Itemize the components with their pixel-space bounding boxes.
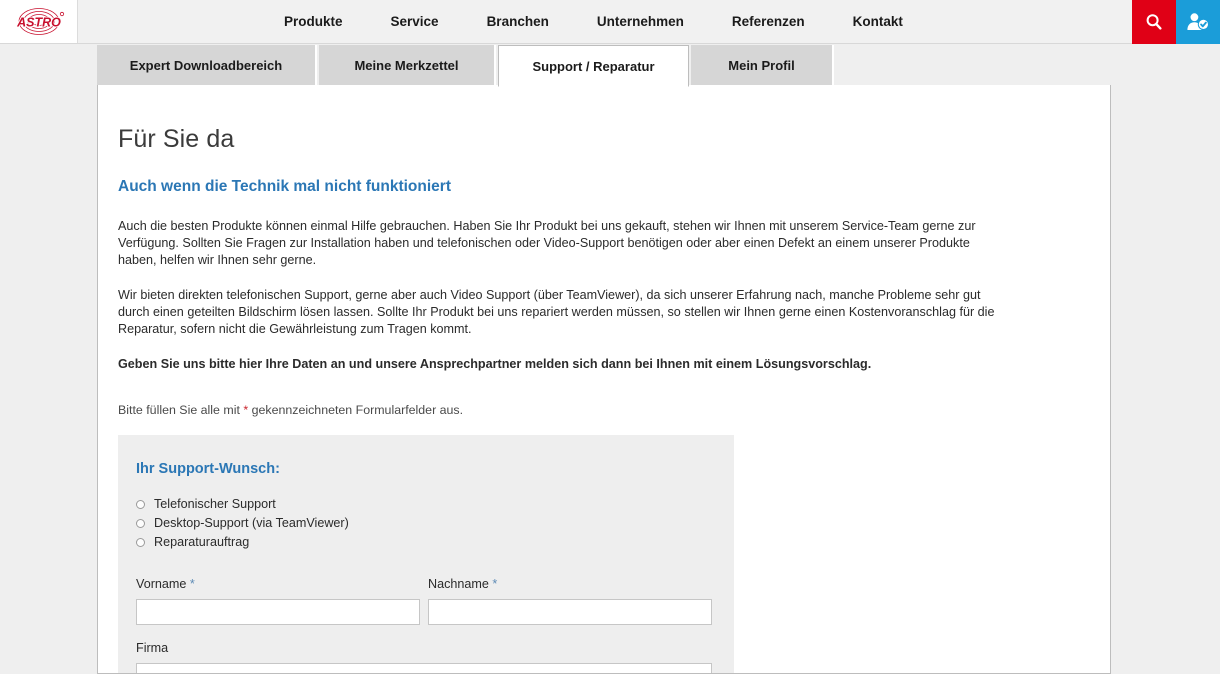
tab-mein-profil[interactable]: Mein Profil [691, 45, 834, 86]
form-heading: Ihr Support-Wunsch: [136, 461, 280, 477]
required-fields-note: Bitte füllen Sie alle mit * gekennzeichn… [118, 403, 1090, 417]
field-label-vorname: Vorname * [136, 577, 420, 591]
label-text: Nachname [428, 577, 489, 591]
field-firma: Firma [136, 641, 712, 673]
name-fields-row: Vorname * Nachname * [136, 577, 716, 625]
field-label-firma: Firma [136, 641, 169, 655]
tab-support-reparatur[interactable]: Support / Reparatur [498, 45, 689, 87]
nachname-input[interactable] [428, 599, 712, 625]
nav-item-service[interactable]: Service [367, 0, 463, 43]
nav-item-kontakt[interactable]: Kontakt [829, 0, 927, 43]
field-vorname: Vorname * [136, 577, 420, 625]
label-text: Vorname [136, 577, 187, 591]
account-button[interactable] [1176, 0, 1220, 44]
radio-circle-icon[interactable] [136, 499, 145, 509]
radio-option-reparaturauftrag[interactable]: Reparaturauftrag [136, 535, 716, 549]
astro-logo-icon: ASTRO [15, 8, 65, 35]
nav-item-referenzen[interactable]: Referenzen [708, 0, 829, 43]
tab-label: Mein Profil [728, 58, 795, 73]
account-tabs: Expert Downloadbereich Meine Merkzettel … [97, 45, 1111, 87]
tab-label: Meine Merkzettel [354, 58, 459, 73]
content-panel: Für Sie da Auch wenn die Technik mal nic… [97, 85, 1111, 674]
tab-meine-merkzettel[interactable]: Meine Merkzettel [319, 45, 496, 86]
radio-option-telefonischer-support[interactable]: Telefonischer Support [136, 497, 716, 511]
radio-label: Desktop-Support (via TeamViewer) [154, 516, 349, 530]
firma-input[interactable] [136, 663, 712, 673]
radio-label: Reparaturauftrag [154, 535, 250, 549]
top-header-bar: ASTRO Produkte Service Branchen Unterneh… [0, 0, 1220, 44]
support-request-form: Ihr Support-Wunsch: Telefonischer Suppor… [118, 435, 734, 673]
radio-option-desktop-support[interactable]: Desktop-Support (via TeamViewer) [136, 516, 716, 530]
tab-label: Expert Downloadbereich [129, 58, 283, 73]
intro-paragraph-1: Auch die besten Produkte können einmal H… [118, 219, 976, 267]
svg-text:ASTRO: ASTRO [16, 16, 61, 30]
radio-circle-icon[interactable] [136, 537, 145, 547]
note-text-before: Bitte füllen Sie alle mit [118, 403, 244, 417]
search-button[interactable] [1132, 0, 1176, 44]
logo-container[interactable]: ASTRO [0, 0, 78, 43]
intro-paragraph-3: Geben Sie uns bitte hier Ihre Daten an u… [118, 357, 872, 371]
intro-paragraph-2: Wir bieten direkten telefonischen Suppor… [118, 288, 995, 336]
nav-item-branchen[interactable]: Branchen [463, 0, 573, 43]
nav-item-unternehmen[interactable]: Unternehmen [573, 0, 708, 43]
radio-circle-icon[interactable] [136, 518, 145, 528]
tab-expert-downloadbereich[interactable]: Expert Downloadbereich [97, 45, 317, 86]
field-label-nachname: Nachname * [428, 577, 712, 591]
user-verified-icon [1187, 13, 1209, 30]
field-nachname: Nachname * [428, 577, 712, 625]
page-title: Für Sie da [118, 125, 235, 153]
nav-item-produkte[interactable]: Produkte [260, 0, 367, 43]
note-text-after: gekennzeichneten Formularfelder aus. [248, 403, 464, 417]
vorname-input[interactable] [136, 599, 420, 625]
tab-label: Support / Reparatur [532, 58, 655, 74]
required-asterisk: * [189, 577, 195, 591]
required-asterisk: * [492, 577, 498, 591]
page-subtitle: Auch wenn die Technik mal nicht funktion… [118, 178, 451, 195]
radio-label: Telefonischer Support [154, 497, 276, 511]
main-navigation: Produkte Service Branchen Unternehmen Re… [260, 0, 927, 43]
search-icon [1146, 14, 1162, 30]
